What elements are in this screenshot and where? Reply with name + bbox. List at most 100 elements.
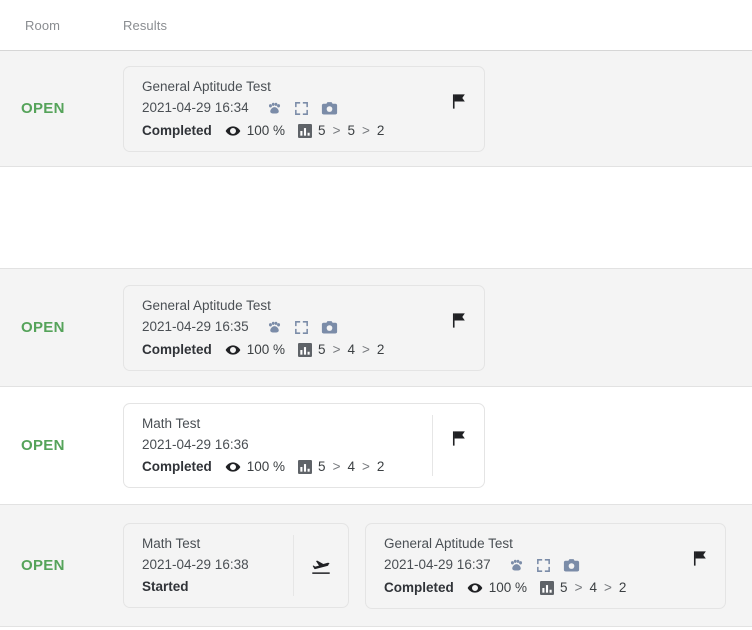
- room-status-cell: OPEN: [0, 269, 123, 386]
- result-card[interactable]: Math Test 2021-04-29 16:36 Completed 100…: [123, 403, 485, 488]
- flag-icon[interactable]: [449, 311, 468, 344]
- result-date-row: 2021-04-29 16:35: [142, 318, 433, 337]
- room-status-cell: OPEN: [0, 51, 123, 166]
- result-title: Math Test: [142, 536, 201, 551]
- result-title: Math Test: [142, 416, 201, 431]
- result-card-body: General Aptitude Test 2021-04-29 16:35 C…: [142, 297, 433, 359]
- result-status: Completed: [384, 579, 454, 595]
- table-row[interactable]: OPEN General Aptitude Test 2021-04-29 16…: [0, 269, 752, 387]
- score-metric: 5 > 4 > 2: [298, 458, 384, 476]
- result-card[interactable]: General Aptitude Test 2021-04-29 16:34 C…: [123, 65, 485, 152]
- result-card-action: [432, 415, 468, 476]
- room-status-cell: OPEN: [0, 387, 123, 504]
- column-header-results: Results: [123, 17, 168, 33]
- flag-icon[interactable]: [449, 429, 468, 462]
- status-badge: OPEN: [21, 100, 65, 117]
- table-header: Room Results: [0, 0, 752, 51]
- result-card-action: [433, 297, 468, 359]
- eye-icon: [225, 342, 241, 358]
- result-card-body: General Aptitude Test 2021-04-29 16:34 C…: [142, 78, 433, 140]
- result-card-action: [433, 78, 468, 140]
- results-cell: Math Test 2021-04-29 16:36 Completed 100…: [123, 387, 752, 504]
- camera-icon[interactable]: [320, 318, 339, 337]
- result-title: General Aptitude Test: [142, 78, 271, 94]
- score-separator: >: [603, 579, 612, 595]
- result-date: 2021-04-29 16:37: [384, 557, 491, 572]
- result-status: Completed: [142, 459, 212, 474]
- table-row[interactable]: [0, 167, 752, 269]
- result-media-icons: [266, 318, 339, 337]
- result-stats-row: Completed 100 %: [142, 122, 433, 140]
- bar-chart-icon: [298, 342, 313, 357]
- score-1: 5: [318, 341, 326, 357]
- result-status: Completed: [142, 341, 212, 357]
- bar-chart-icon: [298, 123, 313, 138]
- table-row[interactable]: OPEN Math Test 2021-04-29 16:36 Complete…: [0, 387, 752, 505]
- score-separator: >: [332, 341, 341, 357]
- column-header-room: Room: [25, 17, 61, 33]
- result-stats-row: Completed 100 %: [142, 458, 432, 476]
- bar-chart-icon: [540, 580, 555, 595]
- flag-icon[interactable]: [690, 549, 709, 582]
- result-title: General Aptitude Test: [142, 297, 271, 313]
- score-metric: 5 > 4 > 2: [298, 341, 384, 359]
- results-cell: General Aptitude Test 2021-04-29 16:34 C…: [123, 51, 752, 166]
- result-date-row: 2021-04-29 16:36: [142, 436, 432, 454]
- score-separator: >: [361, 122, 370, 138]
- score-2: 5: [347, 122, 355, 138]
- result-title: General Aptitude Test: [384, 535, 513, 551]
- visibility-value: 100 %: [246, 341, 286, 357]
- results-table: Room Results OPEN General Aptitude Test …: [0, 0, 752, 627]
- fullscreen-icon[interactable]: [293, 100, 310, 117]
- result-status: Completed: [142, 122, 212, 138]
- score-3: 2: [618, 579, 627, 595]
- result-date-row: 2021-04-29 16:37: [384, 556, 674, 575]
- visibility-value: 100 %: [488, 579, 528, 595]
- bar-chart-icon: [298, 460, 313, 474]
- result-media-icons: [508, 556, 581, 575]
- score-separator: >: [361, 459, 370, 474]
- table-row[interactable]: OPEN Math Test 2021-04-29 16:38 Started: [0, 505, 752, 627]
- score-separator: >: [574, 579, 583, 595]
- score-2: 4: [347, 459, 355, 474]
- eye-icon: [225, 123, 241, 139]
- score-metric: 5 > 4 > 2: [540, 579, 626, 597]
- result-card[interactable]: Math Test 2021-04-29 16:38 Started: [123, 523, 349, 608]
- result-card-body: General Aptitude Test 2021-04-29 16:37 C…: [384, 535, 674, 597]
- visibility-value: 100 %: [246, 122, 286, 138]
- score-3: 2: [376, 341, 385, 357]
- result-date-row: 2021-04-29 16:34: [142, 99, 433, 118]
- results-cell: Math Test 2021-04-29 16:38 Started Gener…: [123, 505, 752, 626]
- results-cell: General Aptitude Test 2021-04-29 16:35 C…: [123, 269, 752, 386]
- eye-icon: [467, 580, 483, 596]
- result-stats-row: Completed 100 %: [142, 341, 433, 359]
- camera-icon[interactable]: [320, 99, 339, 118]
- status-badge: OPEN: [21, 557, 65, 574]
- paw-print-icon[interactable]: [266, 100, 283, 117]
- paw-print-icon[interactable]: [266, 319, 283, 336]
- camera-icon[interactable]: [562, 556, 581, 575]
- result-date: 2021-04-29 16:38: [142, 557, 249, 572]
- table-row[interactable]: OPEN General Aptitude Test 2021-04-29 16…: [0, 51, 752, 167]
- paw-print-icon[interactable]: [508, 557, 525, 574]
- visibility-metric: 100 %: [225, 341, 285, 359]
- flight-takeoff-icon[interactable]: [310, 555, 332, 577]
- result-media-icons: [266, 99, 339, 118]
- score-separator: >: [332, 459, 341, 474]
- visibility-metric: 100 %: [225, 122, 285, 140]
- result-stats-row: Started: [142, 578, 293, 596]
- result-card[interactable]: General Aptitude Test 2021-04-29 16:35 C…: [123, 284, 485, 371]
- status-badge: OPEN: [21, 319, 65, 336]
- result-date: 2021-04-29 16:36: [142, 437, 249, 452]
- eye-icon: [225, 459, 241, 475]
- result-status: Started: [142, 579, 189, 594]
- fullscreen-icon[interactable]: [293, 319, 310, 336]
- status-badge: OPEN: [21, 437, 65, 454]
- score-1: 5: [318, 122, 326, 138]
- flag-icon[interactable]: [449, 92, 468, 125]
- result-card[interactable]: General Aptitude Test 2021-04-29 16:37 C…: [365, 522, 726, 609]
- result-date: 2021-04-29 16:34: [142, 100, 249, 115]
- result-stats-row: Completed 100 %: [384, 579, 674, 597]
- visibility-value: 100 %: [246, 459, 286, 474]
- fullscreen-icon[interactable]: [535, 557, 552, 574]
